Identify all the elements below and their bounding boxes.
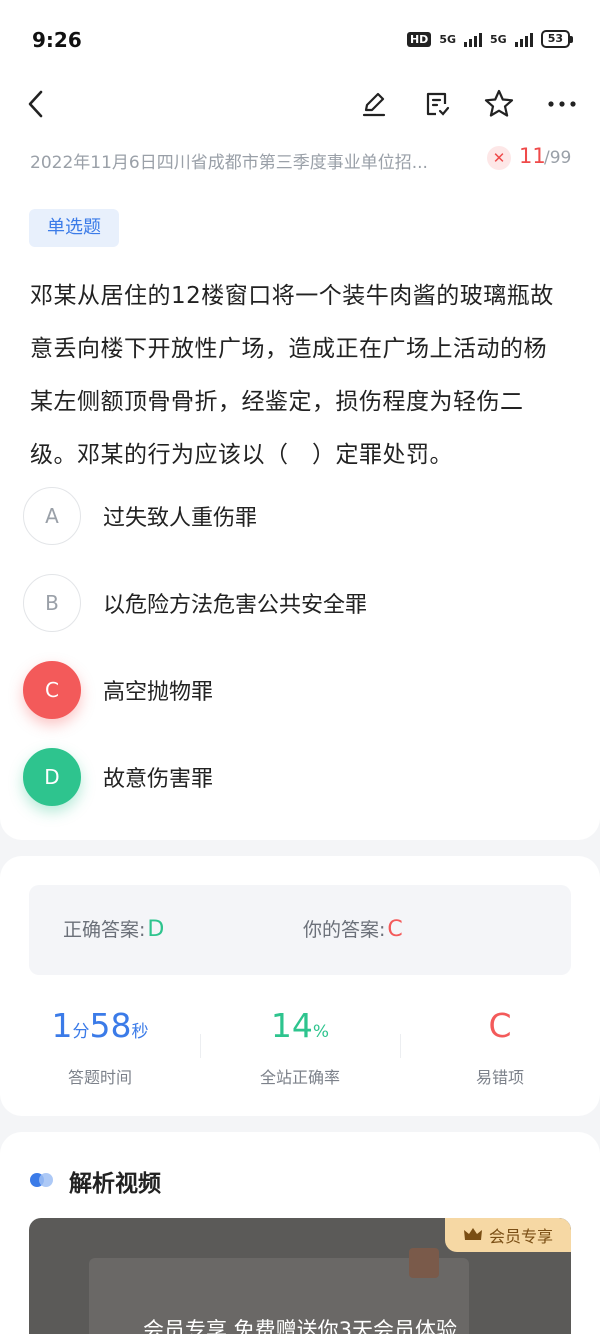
signal-icon <box>464 31 482 47</box>
correct-answer: 正确答案:D <box>63 915 164 942</box>
stat-rate-label: 全站正确率 <box>259 1068 340 1087</box>
wrong-mark-icon: ✕ <box>487 146 511 170</box>
question-text: 邓某从居住的12楼窗口将一个装牛肉酱的玻璃瓶故意丢向楼下开放性广场，造成正在广场… <box>30 283 554 468</box>
rate-number: 14 <box>270 1006 313 1045</box>
network-label-a: 5G <box>439 32 456 46</box>
option-letter-correct: D <box>23 748 81 806</box>
option-text: 过失致人重伤罪 <box>103 506 258 531</box>
status-bar: 9:26 HD 5G 5G 53 <box>0 0 600 76</box>
back-icon <box>28 90 43 118</box>
stat-error-label: 易错项 <box>475 1068 524 1087</box>
time-minutes-unit: 分 <box>72 1022 90 1042</box>
analysis-video[interactable]: 会员专享 会员专享 免费赠送你3天会员体验 <box>29 1218 571 1334</box>
stat-rate: 14 % 全站正确率 <box>200 1006 400 1088</box>
star-icon <box>484 89 514 117</box>
exam-title: 2022年11月6日四川省成都市第三季度事业单位招... <box>30 153 428 173</box>
error-option: C <box>488 1006 512 1045</box>
network-label-b: 5G <box>490 32 507 46</box>
option-c[interactable]: C 高空抛物罪 <box>23 660 543 720</box>
signal-icon-2 <box>514 31 533 47</box>
question-total: /99 <box>544 148 572 168</box>
answer-box: 正确答案:D 你的答案:C <box>29 885 571 975</box>
question-card: 单选题 邓某从居住的12楼窗口将一个装牛肉酱的玻璃瓶故意丢向楼下开放性广场，造成… <box>0 186 600 840</box>
time-seconds-unit: 秒 <box>131 1022 149 1042</box>
question-type-tag: 单选题 <box>29 209 119 247</box>
option-a[interactable]: A 过失致人重伤罪 <box>23 486 543 546</box>
result-card: 正确答案:D 你的答案:C 1 分 58 秒 答题时间 14 % 全站正确率 C… <box>0 856 600 1116</box>
note-button[interactable] <box>415 82 459 126</box>
option-letter-wrong: C <box>23 661 81 719</box>
correct-answer-value: D <box>147 917 165 942</box>
exam-breadcrumb[interactable]: 2022年11月6日四川省成都市第三季度事业单位招... ✕ 11 /99 <box>0 136 600 186</box>
option-text: 故意伤害罪 <box>103 767 214 792</box>
your-answer-value: C <box>387 917 403 942</box>
section-dots-icon <box>30 1173 53 1187</box>
your-answer: 你的答案:C <box>303 915 403 942</box>
analysis-title: 解析视频 <box>69 1171 161 1197</box>
correct-answer-label: 正确答案: <box>63 919 146 941</box>
stat-error: C 易错项 <box>400 1006 600 1088</box>
top-nav <box>0 76 600 136</box>
option-text: 以危险方法危害公共安全罪 <box>103 593 368 618</box>
rate-unit: % <box>312 1022 330 1042</box>
option-d[interactable]: D 故意伤害罪 <box>23 747 543 807</box>
status-icons: HD 5G 5G 53 <box>406 30 574 48</box>
time-seconds: 58 <box>89 1006 132 1045</box>
status-time: 9:26 <box>32 28 82 52</box>
stat-time-label: 答题时间 <box>67 1068 132 1087</box>
stat-time-value: 1 分 58 秒 <box>0 1006 200 1050</box>
more-icon <box>548 101 576 107</box>
vip-badge: 会员专享 <box>445 1218 571 1252</box>
vip-badge-label: 会员专享 <box>488 1227 553 1246</box>
option-b[interactable]: B 以危险方法危害公共安全罪 <box>23 573 543 633</box>
video-promo-text: 会员专享 免费赠送你3天会员体验 <box>142 1318 458 1334</box>
video-thumbnail-detail <box>409 1248 439 1278</box>
analysis-card: 解析视频 会员专享 会员专享 免费赠送你3天会员体验 <box>0 1132 600 1334</box>
option-letter: B <box>23 574 81 632</box>
time-minutes: 1 <box>51 1006 73 1045</box>
your-answer-label: 你的答案: <box>303 919 386 941</box>
edit-button[interactable] <box>352 82 396 126</box>
hd-icon: HD <box>406 31 432 47</box>
option-letter: A <box>23 487 81 545</box>
favorite-button[interactable] <box>477 82 521 126</box>
crown-icon <box>463 1228 482 1240</box>
edit-icon <box>362 92 386 117</box>
more-button[interactable] <box>540 82 584 126</box>
note-icon <box>426 92 450 116</box>
stat-rate-value: 14 % <box>200 1006 400 1050</box>
battery-icon: 53 <box>540 30 574 48</box>
option-text: 高空抛物罪 <box>103 680 214 705</box>
stat-error-value: C <box>400 1006 600 1050</box>
stat-time: 1 分 58 秒 答题时间 <box>0 1006 200 1088</box>
back-button[interactable] <box>14 82 58 126</box>
question-current: 11 <box>519 144 546 168</box>
